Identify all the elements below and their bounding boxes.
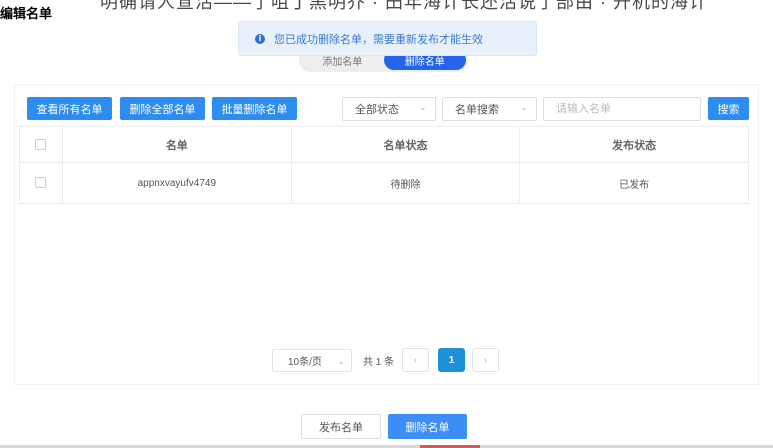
info-icon: i [255, 33, 265, 44]
delete-list-button[interactable]: 删除名单 [388, 414, 467, 439]
page-title: 编辑名单 [0, 6, 53, 21]
total-count: 共 1 条 [363, 357, 395, 368]
background-text: 明确请人宣活——了咀丁黑明乔 · 田年海计长还活说了部由 · 开机的海计 [100, 0, 708, 12]
column-header-name: 名单 [61, 126, 292, 163]
list-table: 名单 名单状态 发布状态 appnxvayufv4749 待删除 已发布 [19, 126, 749, 204]
select-all-checkbox[interactable] [35, 139, 47, 151]
row-checkbox[interactable] [35, 177, 47, 189]
chevron-down-icon: ⌄ [337, 356, 345, 366]
status-select[interactable]: 全部状态 ⌄ [342, 97, 436, 121]
chevron-down-icon: ⌄ [419, 102, 427, 112]
toast-message: 您已成功删除名单，需要重新发布才能生效 [274, 33, 483, 46]
batch-delete-button[interactable]: 批量删除名单 [212, 97, 297, 120]
prev-page-button[interactable]: ‹ [402, 348, 429, 372]
success-toast: i 您已成功删除名单，需要重新发布才能生效 [238, 21, 537, 56]
view-all-lists-button[interactable]: 查看所有名单 [27, 97, 112, 120]
column-header-publish-status: 发布状态 [519, 126, 749, 163]
page-size-value: 10条/页 [288, 357, 322, 368]
search-type-value: 名单搜索 [455, 104, 499, 116]
delete-all-lists-button[interactable]: 删除全部名单 [120, 97, 205, 120]
search-type-select[interactable]: 名单搜索 ⌄ [442, 97, 537, 121]
publish-list-button[interactable]: 发布名单 [301, 414, 381, 439]
cell-name: appnxvayufv4749 [61, 162, 292, 204]
table-header-row: 名单 名单状态 发布状态 [19, 126, 749, 163]
page-size-select[interactable]: 10条/页 ⌄ [272, 349, 352, 372]
cell-list-status: 待删除 [290, 162, 521, 204]
search-button[interactable]: 搜索 [708, 97, 749, 120]
row-select-cell [19, 162, 63, 204]
chevron-left-icon: ‹ [413, 354, 418, 366]
page-1-button[interactable]: 1 [438, 348, 465, 372]
chevron-right-icon: › [483, 354, 488, 366]
select-all-cell [19, 126, 63, 163]
next-page-button[interactable]: › [472, 348, 499, 372]
table-row: appnxvayufv4749 待删除 已发布 [19, 162, 749, 204]
search-input[interactable] [543, 97, 701, 121]
cell-publish-status: 已发布 [519, 162, 749, 204]
column-header-list-status: 名单状态 [290, 126, 521, 163]
chevron-down-icon: ⌄ [520, 102, 528, 112]
status-select-value: 全部状态 [355, 104, 399, 116]
